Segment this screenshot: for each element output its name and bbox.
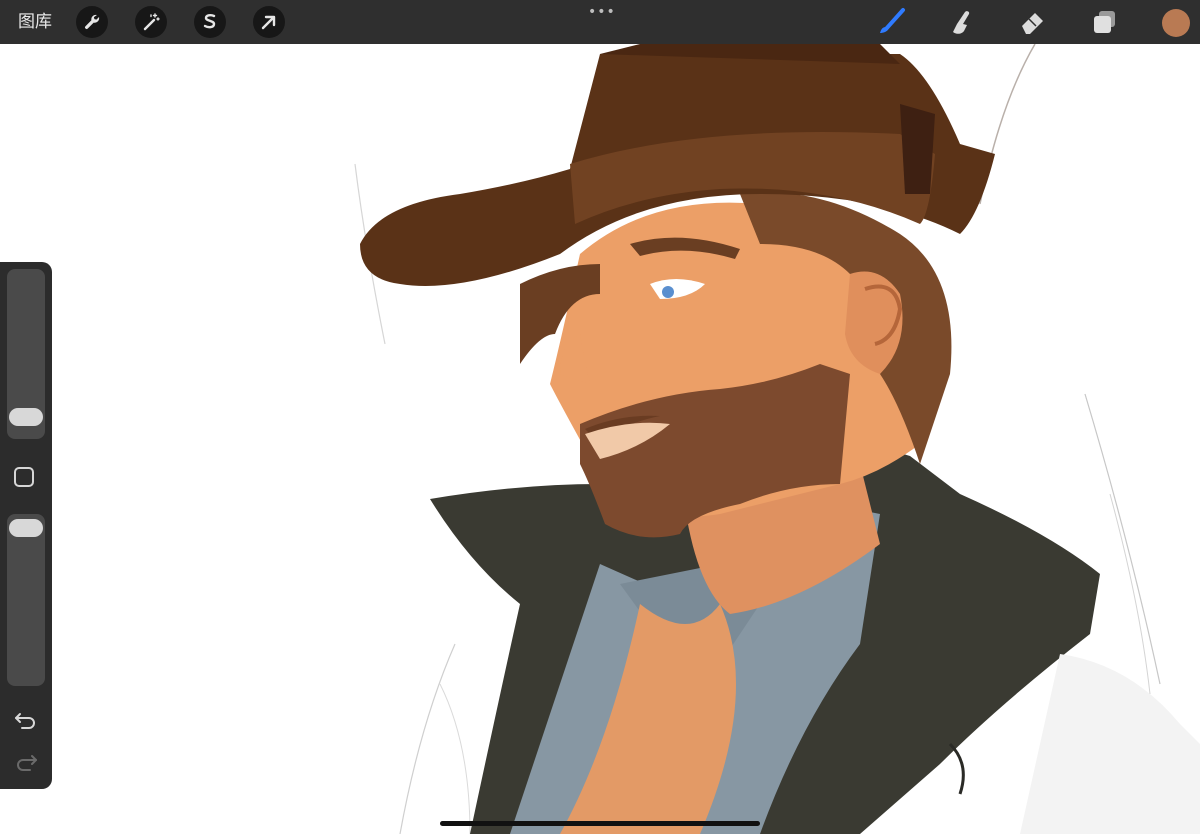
brush-size-handle[interactable] — [9, 408, 43, 426]
selection-s-icon[interactable] — [194, 6, 226, 38]
brush-size-slider[interactable] — [7, 269, 45, 439]
gallery-button[interactable]: 图库 — [18, 11, 52, 33]
layers-icon[interactable] — [1088, 5, 1122, 39]
wrench-icon[interactable] — [76, 6, 108, 38]
brush-sidebar — [0, 262, 52, 789]
brush-icon[interactable] — [874, 5, 908, 39]
home-indicator[interactable] — [440, 821, 760, 826]
opacity-handle[interactable] — [9, 519, 43, 537]
magic-wand-icon[interactable] — [135, 6, 167, 38]
drawing-canvas[interactable] — [0, 44, 1200, 834]
eraser-icon[interactable] — [1016, 5, 1050, 39]
smudge-finger-icon[interactable] — [944, 5, 978, 39]
opacity-slider[interactable] — [7, 514, 45, 686]
illustration — [354, 44, 1200, 834]
redo-icon[interactable] — [12, 750, 40, 774]
top-toolbar: 图库 ••• — [0, 0, 1200, 44]
more-handle[interactable]: ••• — [588, 4, 615, 20]
arrow-cursor-icon[interactable] — [253, 6, 285, 38]
color-picker-button[interactable] — [1162, 9, 1190, 37]
square-modifier-icon[interactable] — [14, 467, 34, 487]
undo-icon[interactable] — [12, 708, 40, 732]
